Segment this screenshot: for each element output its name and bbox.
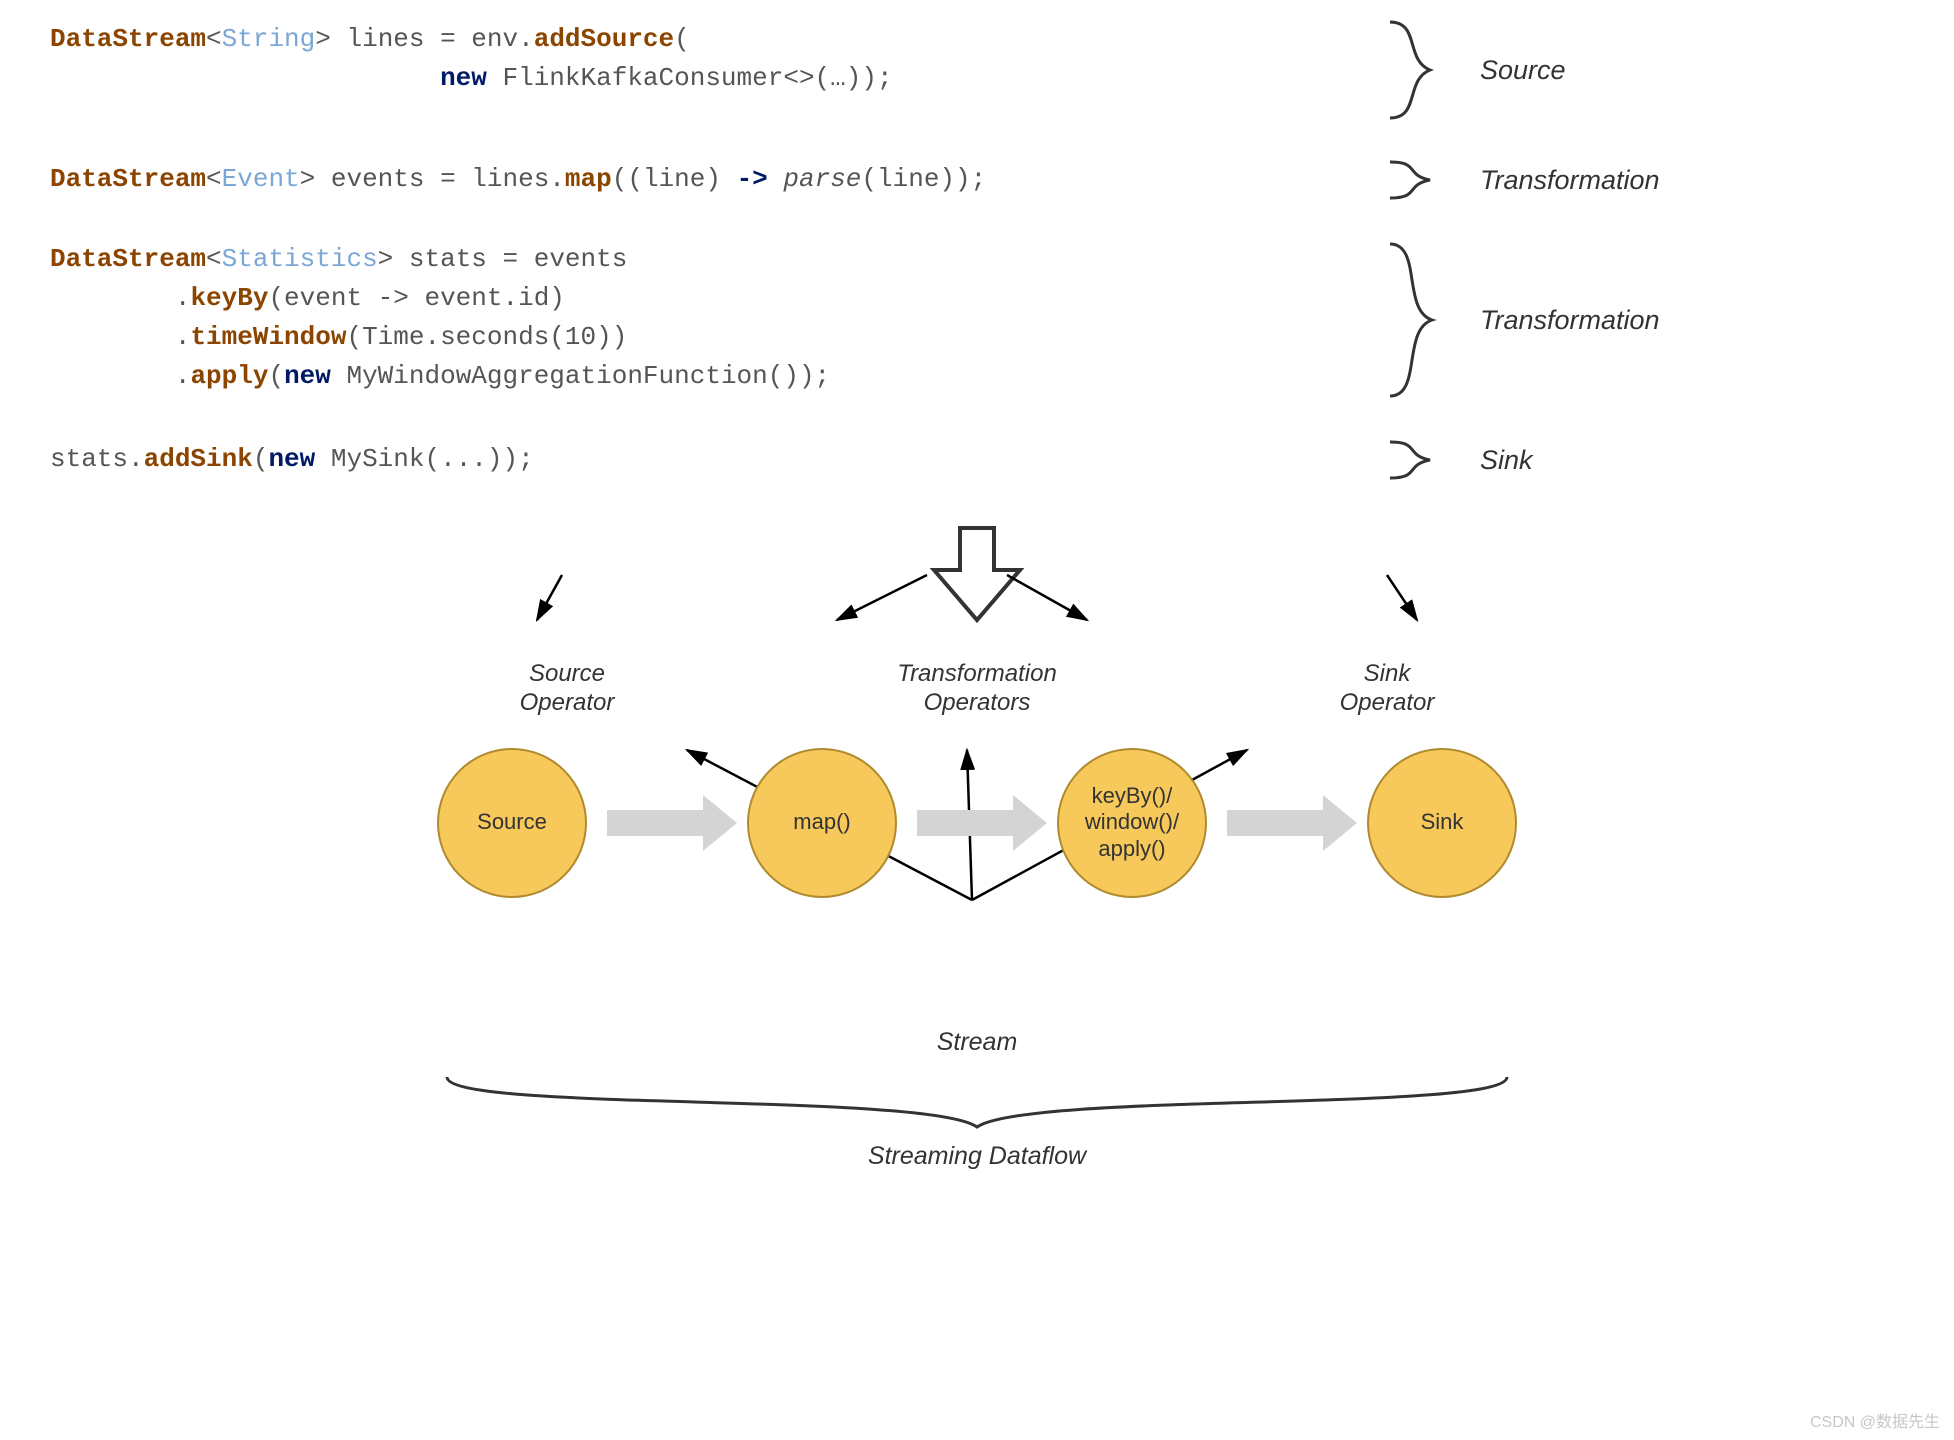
streaming-dataflow-label: Streaming Dataflow xyxy=(427,1142,1527,1171)
code-block-transformation-1: DataStream<Event> events = lines.map((li… xyxy=(40,160,1914,200)
operator-labels-row: Source Operator Transformation Operators… xyxy=(427,660,1527,718)
label-transformation: Transformation xyxy=(1450,240,1710,400)
code-lines: stats.addSink(new MySink(...)); xyxy=(40,440,1370,480)
down-arrow-icon xyxy=(427,520,1527,630)
label-sink: Sink xyxy=(1450,440,1710,480)
stream-arrow-icon xyxy=(1212,808,1362,838)
code-block-transformation-2: DataStream<Statistics> stats = events .k… xyxy=(40,240,1914,400)
generic-type: String xyxy=(222,24,316,54)
code-block-source: DataStream<String> lines = env.addSource… xyxy=(40,20,1914,120)
brace-icon xyxy=(1370,440,1450,480)
keyby-window-apply-node: keyBy()/ window()/ apply() xyxy=(1057,748,1207,898)
type-keyword: DataStream xyxy=(50,24,206,54)
sink-operator-label: Sink Operator xyxy=(1287,660,1487,718)
bottom-brace-icon xyxy=(427,1067,1527,1137)
brace-icon xyxy=(1370,20,1450,120)
method: addSource xyxy=(534,24,674,54)
watermark: CSDN @数据先生 xyxy=(1810,1408,1940,1432)
map-node: map() xyxy=(747,748,897,898)
transformation-operators-label: Transformation Operators xyxy=(787,660,1167,718)
new-keyword: new xyxy=(440,63,487,93)
code-lines: DataStream<Event> events = lines.map((li… xyxy=(40,160,1370,200)
source-operator-label: Source Operator xyxy=(467,660,667,718)
code-lines: DataStream<Statistics> stats = events .k… xyxy=(40,240,1370,400)
pipeline-row: Source map() keyBy()/ window()/ apply() … xyxy=(427,728,1527,918)
stream-arrow-icon xyxy=(902,808,1052,838)
code-lines: DataStream<String> lines = env.addSource… xyxy=(40,20,1370,120)
sink-node: Sink xyxy=(1367,748,1517,898)
label-transformation: Transformation xyxy=(1450,160,1710,200)
stream-label: Stream xyxy=(427,1028,1527,1057)
source-node: Source xyxy=(437,748,587,898)
code-block-sink: stats.addSink(new MySink(...)); Sink xyxy=(40,440,1914,480)
dataflow-diagram: Source Operator Transformation Operators… xyxy=(427,520,1527,1171)
brace-icon xyxy=(1370,160,1450,200)
label-source: Source xyxy=(1450,20,1710,120)
stream-arrow-icon xyxy=(592,808,742,838)
brace-icon xyxy=(1370,240,1450,400)
